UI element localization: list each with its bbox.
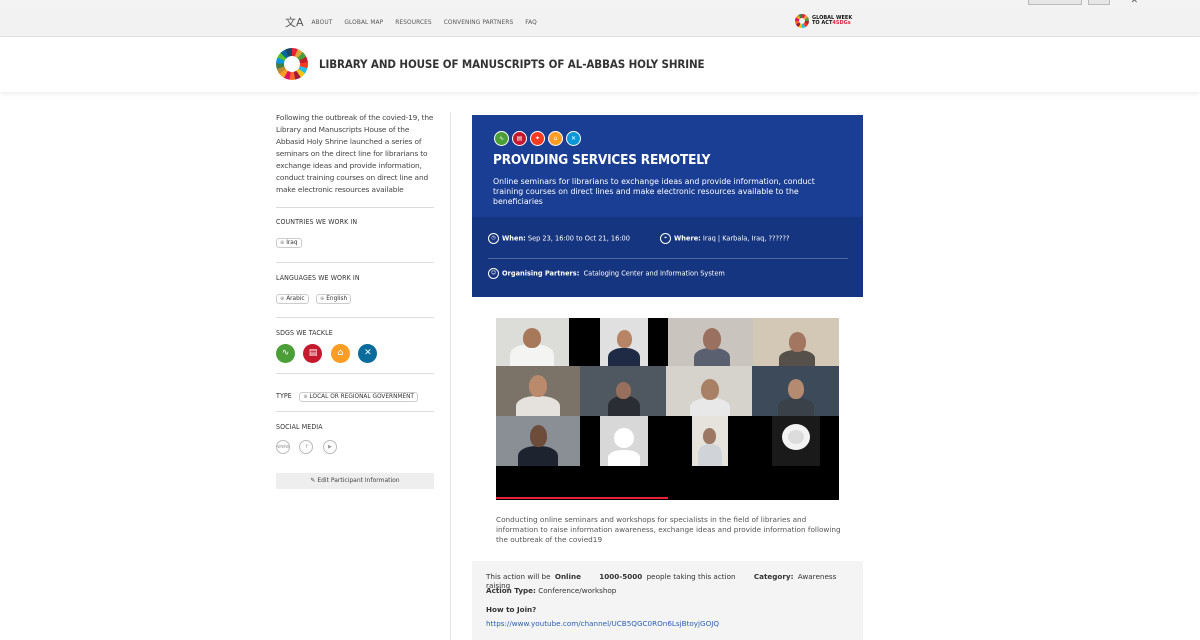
country-tag[interactable]: Iraq: [276, 238, 302, 248]
book-icon[interactable]: ▤: [512, 131, 527, 146]
image-caption: Conducting online seminars and workshops…: [496, 515, 841, 544]
nav-about[interactable]: ABOUT: [312, 18, 333, 26]
www-icon[interactable]: www: [276, 440, 290, 454]
type-section: TYPE LOCAL OR REGIONAL GOVERNMENT: [276, 373, 434, 411]
participant-tile: [496, 366, 580, 416]
where-label: Where:: [674, 234, 701, 243]
global-week-logo[interactable]: GLOBAL WEEK TO ACT4SDGs: [795, 14, 864, 28]
participant-tile: [580, 366, 666, 416]
youtube-icon[interactable]: ▶: [322, 440, 337, 454]
page-title: LIBRARY AND HOUSE OF MANUSCRIPTS OF AL-A…: [319, 57, 705, 71]
action-title: PROVIDING SERVICES REMOTELY: [493, 152, 711, 168]
online-value: Online: [554, 572, 581, 581]
equality-icon[interactable]: ⌂: [330, 344, 350, 363]
sdgs-section: SDGS WE TACKLE ∿ ▤ ⌂ ✕: [276, 317, 434, 373]
browser-button[interactable]: [1088, 0, 1110, 5]
how-to-join-label: How to Join?: [486, 605, 537, 614]
countries-section: COUNTRIES WE WORK IN Iraq: [276, 207, 434, 262]
participant-tile: [666, 366, 752, 416]
equality-icon[interactable]: ⌂: [548, 131, 563, 146]
participant-avatar-placeholder: [600, 416, 648, 466]
people-range: 1000-5000: [599, 572, 643, 581]
participant-tile: [752, 366, 839, 416]
participant-tile: [600, 318, 648, 366]
people-icon: ☺: [488, 268, 499, 279]
nav-convening-partners[interactable]: CONVENING PARTNERS: [444, 18, 514, 26]
book-icon[interactable]: ▤: [303, 344, 323, 363]
video-conference-screenshot[interactable]: [496, 318, 839, 500]
when-label: When:: [502, 234, 526, 243]
top-navigation: 文A ABOUT GLOBAL MAP RESOURCES CONVENING …: [0, 8, 1200, 37]
participant-tile: [753, 318, 839, 366]
partners-value: Cataloging Center and Information System: [583, 269, 725, 278]
section-title: TYPE: [276, 392, 292, 400]
social-section: SOCIAL MEDIA www f ▶: [276, 411, 434, 473]
edit-participant-button[interactable]: ✎ Edit Participant Information: [276, 473, 434, 489]
nav-resources[interactable]: RESOURCES: [395, 18, 432, 26]
join-link[interactable]: https://www.youtube.com/channel/UCB5QGC0…: [486, 619, 719, 628]
divider: [450, 112, 451, 640]
clock-icon: ◷: [488, 233, 499, 244]
language-tag[interactable]: Arabic: [276, 294, 309, 304]
action-details: ◷ When: Sep 23, 16:00 to Oct 21, 16:00 ⌖ W…: [472, 217, 863, 297]
action-type-label: Action Type:: [486, 586, 536, 595]
handshake-icon[interactable]: ✕: [566, 131, 581, 146]
languages-section: LANGUAGES WE WORK IN Arabic English: [276, 262, 434, 317]
page-header: LIBRARY AND HOUSE OF MANUSCRIPTS OF AL-A…: [0, 37, 1200, 92]
action-description: Online seminars for librarians to exchan…: [493, 177, 815, 206]
participant-tile: [496, 318, 569, 366]
factory-icon[interactable]: ✦: [530, 131, 545, 146]
section-title: SDGS WE TACKLE: [276, 329, 333, 337]
section-title: SOCIAL MEDIA: [276, 423, 323, 431]
section-title: LANGUAGES WE WORK IN: [276, 274, 360, 282]
online-prefix: This action will be: [486, 572, 551, 581]
card-sdg-icons: ∿ ▤ ✦ ⌂ ✕: [494, 131, 584, 146]
people-suffix: people taking this action: [646, 572, 736, 581]
close-icon[interactable]: ✕: [1130, 0, 1138, 6]
pencil-icon: ✎: [310, 477, 316, 484]
when-value: Sep 23, 16:00 to Oct 21, 16:00: [527, 234, 630, 243]
translate-icon[interactable]: 文A: [285, 14, 304, 30]
rose-image: [772, 416, 820, 466]
action-type-value: Conference/workshop: [538, 586, 617, 595]
action-info-box: This action will be Online 1000-5000 peo…: [472, 561, 863, 640]
sidebar: Following the outbreak of the covied-19,…: [276, 112, 434, 473]
logo-text: 4SDGs: [832, 20, 851, 26]
handshake-icon[interactable]: ✕: [358, 344, 378, 363]
location-pin-icon: ⌖: [660, 233, 671, 244]
participant-logo: [276, 48, 308, 80]
nav-global-map[interactable]: GLOBAL MAP: [344, 18, 383, 26]
participant-tile: [668, 318, 753, 366]
sdg-wheel-icon: [795, 14, 809, 28]
video-progress-bar[interactable]: [496, 497, 668, 499]
logo-text: TO ACT: [812, 20, 833, 26]
heartbeat-icon[interactable]: ∿: [494, 131, 509, 146]
where-info: ⌖ Where: Iraq | Karbala, Iraq, ??????: [660, 233, 790, 244]
section-title: COUNTRIES WE WORK IN: [276, 218, 358, 226]
action-card: ∿ ▤ ✦ ⌂ ✕ PROVIDING SERVICES REMOTELY On…: [472, 115, 863, 297]
nav-faq[interactable]: FAQ: [525, 18, 537, 26]
intro-text: Following the outbreak of the covied-19,…: [276, 113, 434, 194]
partners-label: Organising Partners:: [502, 269, 580, 278]
card-divider: [488, 258, 848, 259]
heartbeat-icon[interactable]: ∿: [276, 344, 295, 363]
partners-info: ☺ Organising Partners: Cataloging Center …: [488, 268, 725, 279]
participant-tile: [692, 416, 728, 466]
when-info: ◷ When: Sep 23, 16:00 to Oct 21, 16:00: [488, 233, 630, 244]
category-label: Category:: [753, 572, 794, 581]
edit-label: Edit Participant Information: [317, 477, 400, 484]
action-type: Action Type: Conference/workshop: [486, 586, 616, 595]
participant-tile: [496, 416, 580, 466]
facebook-icon[interactable]: f: [299, 440, 314, 454]
where-value: Iraq | Karbala, Iraq, ??????: [702, 234, 790, 243]
type-tag[interactable]: LOCAL OR REGIONAL GOVERNMENT: [299, 392, 418, 402]
browser-button[interactable]: [1028, 0, 1082, 5]
language-tag[interactable]: English: [316, 294, 352, 304]
